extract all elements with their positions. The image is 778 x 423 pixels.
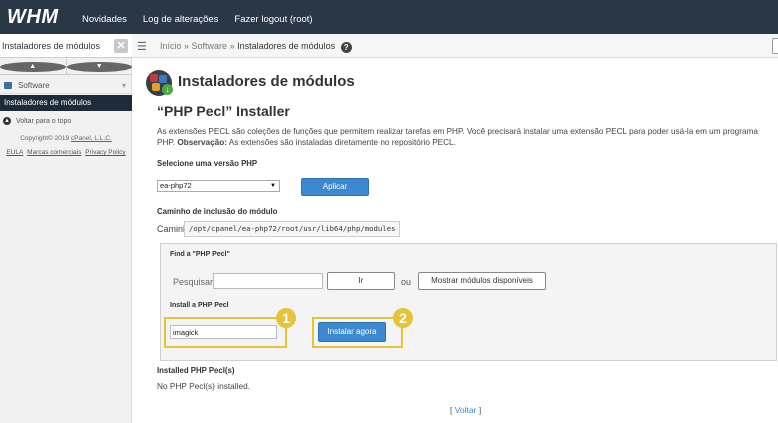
back-to-top-link[interactable]: ▲ Voltar para o topo bbox=[0, 114, 132, 128]
eula-link[interactable]: EULA bbox=[6, 149, 23, 156]
sidebar-item-module-installers[interactable]: Instaladores de módulos bbox=[0, 95, 132, 111]
help-icon[interactable]: ? bbox=[340, 42, 352, 53]
sidebar-search: ✕ bbox=[0, 34, 132, 58]
breadcrumb-separator: » bbox=[227, 41, 238, 51]
include-path-heading: Caminho de inclusão do módulo bbox=[157, 207, 278, 216]
include-path-value: /opt/cpanel/ea-php72/root/usr/lib64/php/… bbox=[184, 221, 401, 237]
top-bar: WHM Novidades Log de alterações Fazer lo… bbox=[0, 0, 778, 34]
menu-icon[interactable]: ☰ bbox=[137, 40, 147, 53]
chevron-down-icon: ▼ bbox=[66, 61, 132, 72]
description-note: As extensões são instaladas diretamente … bbox=[226, 138, 456, 147]
sidebar: ✕ ▲ ▼ Software ▾ Instaladores de módulos… bbox=[0, 34, 132, 423]
arrow-up-icon: ▲ bbox=[3, 117, 11, 125]
privacy-link[interactable]: Privacy Policy bbox=[85, 149, 125, 156]
callout-badge-2: 2 bbox=[393, 308, 413, 328]
copyright-company-link[interactable]: cPanel, L.L.C. bbox=[71, 135, 112, 142]
back-link-container: [ Voltar ] bbox=[450, 405, 481, 415]
sidebar-category-software[interactable]: Software ▾ bbox=[0, 78, 132, 94]
description: As extensões PECL são coleções de funçõe… bbox=[157, 126, 769, 148]
go-button[interactable]: Ir bbox=[327, 272, 395, 290]
highlight-box-2 bbox=[312, 317, 403, 348]
software-icon bbox=[4, 82, 12, 89]
description-note-label: Observação: bbox=[177, 138, 227, 147]
chevron-up-icon: ▲ bbox=[0, 61, 66, 72]
apply-button[interactable]: Aplicar bbox=[301, 178, 369, 196]
top-nav: Novidades Log de alterações Fazer logout… bbox=[82, 14, 313, 25]
dropdown-arrow-icon: ▼ bbox=[270, 183, 276, 189]
trademarks-link[interactable]: Marcas comerciais bbox=[27, 149, 81, 156]
show-available-button[interactable]: Mostrar módulos disponíveis bbox=[418, 272, 546, 290]
breadcrumb: Início » Software » Instaladores de módu… bbox=[160, 41, 352, 53]
search-label: Pesquisar bbox=[173, 277, 214, 287]
sidebar-search-input[interactable] bbox=[2, 38, 110, 54]
breadcrumb-software[interactable]: Software bbox=[192, 41, 228, 51]
category-chevron-icon: ▾ bbox=[121, 81, 126, 90]
php-version-label: Selecione uma versão PHP bbox=[157, 159, 258, 168]
highlight-box-1 bbox=[164, 317, 287, 348]
main-content: ↓ Instaladores de módulos “PHP Pecl” Ins… bbox=[132, 58, 778, 423]
copyright-prefix: Copyright© 2019 bbox=[20, 135, 71, 142]
installed-pecl-label: Installed PHP Pecl(s) bbox=[157, 366, 235, 375]
or-text: ou bbox=[401, 277, 412, 287]
copyright: Copyright© 2019 cPanel, L.L.C. bbox=[0, 135, 132, 142]
nav-changelog[interactable]: Log de alterações bbox=[143, 14, 219, 25]
sidebar-toggle: ▲ ▼ bbox=[0, 59, 132, 75]
nav-logout[interactable]: Fazer logout (root) bbox=[234, 14, 312, 25]
page-title: Instaladores de módulos bbox=[178, 73, 355, 90]
sidebar-category-label: Software bbox=[18, 81, 50, 90]
breadcrumb-current: Instaladores de módulos bbox=[237, 41, 336, 51]
installer-heading: “PHP Pecl” Installer bbox=[157, 103, 290, 119]
back-link[interactable]: Voltar bbox=[455, 405, 477, 415]
installed-pecl-text: No PHP Pecl(s) installed. bbox=[157, 381, 250, 391]
breadcrumb-home[interactable]: Início bbox=[160, 41, 182, 51]
right-panel-toggle[interactable] bbox=[772, 38, 778, 54]
back-to-top-label: Voltar para o topo bbox=[16, 117, 72, 125]
nav-news[interactable]: Novidades bbox=[82, 14, 127, 25]
search-input[interactable] bbox=[213, 273, 323, 289]
whm-logo[interactable]: WHM bbox=[7, 6, 58, 29]
expand-toggle[interactable]: ▼ bbox=[66, 59, 132, 74]
php-version-value: ea-php72 bbox=[160, 181, 192, 190]
php-version-select[interactable]: ea-php72 ▼ bbox=[157, 180, 280, 192]
pecl-panel: Find a "PHP Pecl" Pesquisar Ir ou Mostra… bbox=[160, 243, 777, 361]
find-pecl-label: Find a "PHP Pecl" bbox=[170, 251, 230, 258]
footer-links: EULA Marcas comerciais Privacy Policy bbox=[0, 149, 132, 156]
install-pecl-label: Install a PHP Pecl bbox=[170, 302, 229, 309]
collapse-toggle[interactable]: ▲ bbox=[0, 59, 67, 74]
callout-badge-1: 1 bbox=[276, 308, 296, 328]
download-badge-icon: ↓ bbox=[162, 84, 173, 95]
bracket-close: ] bbox=[476, 405, 482, 415]
clear-search-icon[interactable]: ✕ bbox=[114, 39, 128, 53]
breadcrumb-bar: ☰ Início » Software » Instaladores de mó… bbox=[132, 34, 778, 58]
breadcrumb-separator: » bbox=[181, 41, 192, 51]
